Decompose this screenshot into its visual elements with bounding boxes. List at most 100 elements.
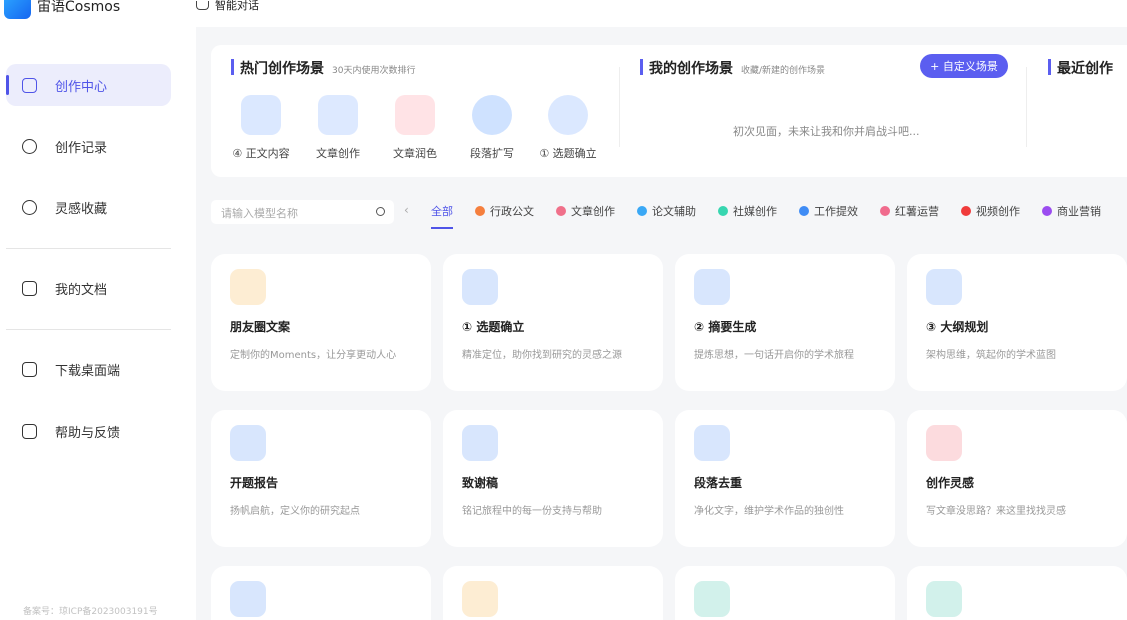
tab-label: 红薯运营 [895, 205, 939, 218]
scene-icon [926, 269, 962, 305]
scene-icon [694, 581, 730, 617]
scene-icon [462, 581, 498, 617]
hot-item[interactable]: 文章润色 [380, 95, 450, 161]
sidebar-item-creation-center[interactable]: 创作中心 [6, 64, 171, 106]
tab-label: 社媒创作 [733, 205, 777, 218]
book-icon [22, 280, 37, 296]
nav-label: 创作记录 [55, 140, 108, 156]
chat-label: 智能对话 [215, 0, 259, 12]
cloud-icon [22, 138, 37, 154]
monitor-icon [22, 361, 37, 377]
hot-item[interactable]: ④ 正文内容 [226, 95, 296, 161]
scene-icon [462, 269, 498, 305]
scene-panel: 热门创作场景 30天内使用次数排行 ④ 正文内容 文章创作 文章润色 段落扩写 ①… [211, 45, 1127, 177]
category-dot-icon [1042, 206, 1052, 216]
nav-label: 下载桌面端 [55, 363, 121, 379]
hot-subtitle: 30天内使用次数排行 [332, 66, 416, 76]
sidebar: 创作中心 创作记录 灵感收藏 我的文档 下载桌面端 帮助与反馈 [0, 27, 196, 620]
hot-item[interactable]: 文章创作 [303, 95, 373, 161]
card-desc: 扬帆启航，定义你的研究起点 [230, 506, 360, 517]
nav-label: 创作中心 [55, 79, 108, 95]
tab-category[interactable]: 社媒创作 [718, 203, 777, 219]
scene-icon [926, 581, 962, 617]
icp-footer[interactable]: 备案号：琼ICP备2023003191号 [23, 607, 158, 618]
scene-icon [926, 425, 962, 461]
notepad-icon [241, 95, 281, 135]
tab-label: 论文辅助 [652, 205, 696, 218]
tab-label: 视频创作 [976, 205, 1020, 218]
divider [6, 329, 171, 330]
scene-icon [230, 269, 266, 305]
card-title: 创作灵感 [926, 476, 975, 490]
nav-label: 灵感收藏 [55, 201, 108, 217]
scene-card[interactable]: 开题报告 扬帆启航，定义你的研究起点 [211, 410, 431, 547]
tab-category[interactable]: 红薯运营 [880, 203, 939, 219]
sidebar-item-help[interactable]: 帮助与反馈 [6, 410, 171, 452]
sidebar-item-history[interactable]: 创作记录 [6, 125, 171, 167]
logo-icon[interactable] [4, 0, 31, 19]
card-title: 致谢稿 [462, 476, 499, 490]
mail-icon [22, 423, 37, 439]
recent-section-title: 最近创作 [1048, 58, 1113, 78]
category-dot-icon [961, 206, 971, 216]
tab-label: 商业营销 [1057, 205, 1101, 218]
scene-card[interactable] [211, 566, 431, 620]
top-bar: 宙语Cosmos 智能对话 [0, 0, 1127, 27]
category-dot-icon [556, 206, 566, 216]
chevron-left-icon[interactable]: ‹ [404, 203, 409, 217]
card-desc: 架构思维，筑起你的学术蓝图 [926, 350, 1056, 361]
tab-category[interactable]: 论文辅助 [637, 203, 696, 219]
tab-category[interactable]: 商业营销 [1042, 203, 1101, 219]
category-dot-icon [799, 206, 809, 216]
model-search-input[interactable]: 请输入模型名称 [211, 200, 394, 224]
card-title: ③ 大纲规划 [926, 320, 989, 334]
scene-card[interactable]: 段落去重 净化文字，维护学术作品的独创性 [675, 410, 895, 547]
scene-icon [462, 425, 498, 461]
brand-name[interactable]: 宙语Cosmos [37, 0, 120, 14]
scene-card[interactable] [907, 566, 1127, 620]
scene-card[interactable]: ③ 大纲规划架构思维，筑起你的学术蓝图 [907, 254, 1127, 391]
sidebar-item-documents[interactable]: 我的文档 [6, 267, 171, 309]
hot-item[interactable]: ① 选题确立 [533, 95, 603, 161]
smart-chat-link[interactable]: 智能对话 [196, 0, 259, 11]
tab-category[interactable]: 视频创作 [961, 203, 1020, 219]
sidebar-item-download[interactable]: 下载桌面端 [6, 348, 171, 390]
hot-item[interactable]: 段落扩写 [457, 95, 527, 161]
category-dot-icon [637, 206, 647, 216]
tab-category[interactable]: 全部 [431, 203, 453, 229]
book-icon [318, 95, 358, 135]
category-dot-icon [880, 206, 890, 216]
scene-card[interactable]: ① 选题确立精准定位，助你找到研究的灵感之源 [443, 254, 663, 391]
scene-icon [230, 425, 266, 461]
mine-subtitle: 收藏/新建的创作场景 [741, 66, 826, 76]
search-icon[interactable] [376, 207, 385, 216]
hot-section-title: 热门创作场景 30天内使用次数排行 [230, 58, 416, 78]
category-dot-icon [718, 206, 728, 216]
custom-scene-button[interactable]: + 自定义场景 [920, 54, 1008, 78]
tab-category[interactable]: 行政公文 [475, 203, 534, 219]
scene-card[interactable]: 致谢稿 铭记旅程中的每一份支持与帮助 [443, 410, 663, 547]
card-title: ① 选题确立 [462, 320, 525, 334]
scene-icon [694, 269, 730, 305]
card-desc: 定制你的Moments，让分享更动人心 [230, 350, 397, 361]
tab-category[interactable]: 工作提效 [799, 203, 858, 219]
tab-category[interactable]: 文章创作 [556, 203, 615, 219]
checklist-icon [548, 95, 588, 135]
tab-label: 文章创作 [571, 205, 615, 218]
scene-icon [230, 581, 266, 617]
nav-label: 我的文档 [55, 282, 108, 298]
card-desc: 精准定位，助你找到研究的灵感之源 [462, 350, 622, 361]
home-icon [22, 77, 37, 93]
scene-card[interactable] [443, 566, 663, 620]
sidebar-item-favorites[interactable]: 灵感收藏 [6, 186, 171, 228]
divider [6, 248, 171, 249]
book-red-icon [395, 95, 435, 135]
card-desc: 写文章没思路？来这里找找灵感 [926, 506, 1066, 517]
scene-card[interactable] [675, 566, 895, 620]
scene-card[interactable]: ② 摘要生成 提炼思想，一句话开启你的学术旅程 [675, 254, 895, 391]
scene-card[interactable]: 朋友圈文案定制你的Moments，让分享更动人心 [211, 254, 431, 391]
chat-icon [196, 1, 209, 10]
card-title: ② 摘要生成 [694, 320, 757, 334]
card-title: 朋友圈文案 [230, 320, 291, 334]
scene-card[interactable]: 创作灵感写文章没思路？来这里找找灵感 [907, 410, 1127, 547]
